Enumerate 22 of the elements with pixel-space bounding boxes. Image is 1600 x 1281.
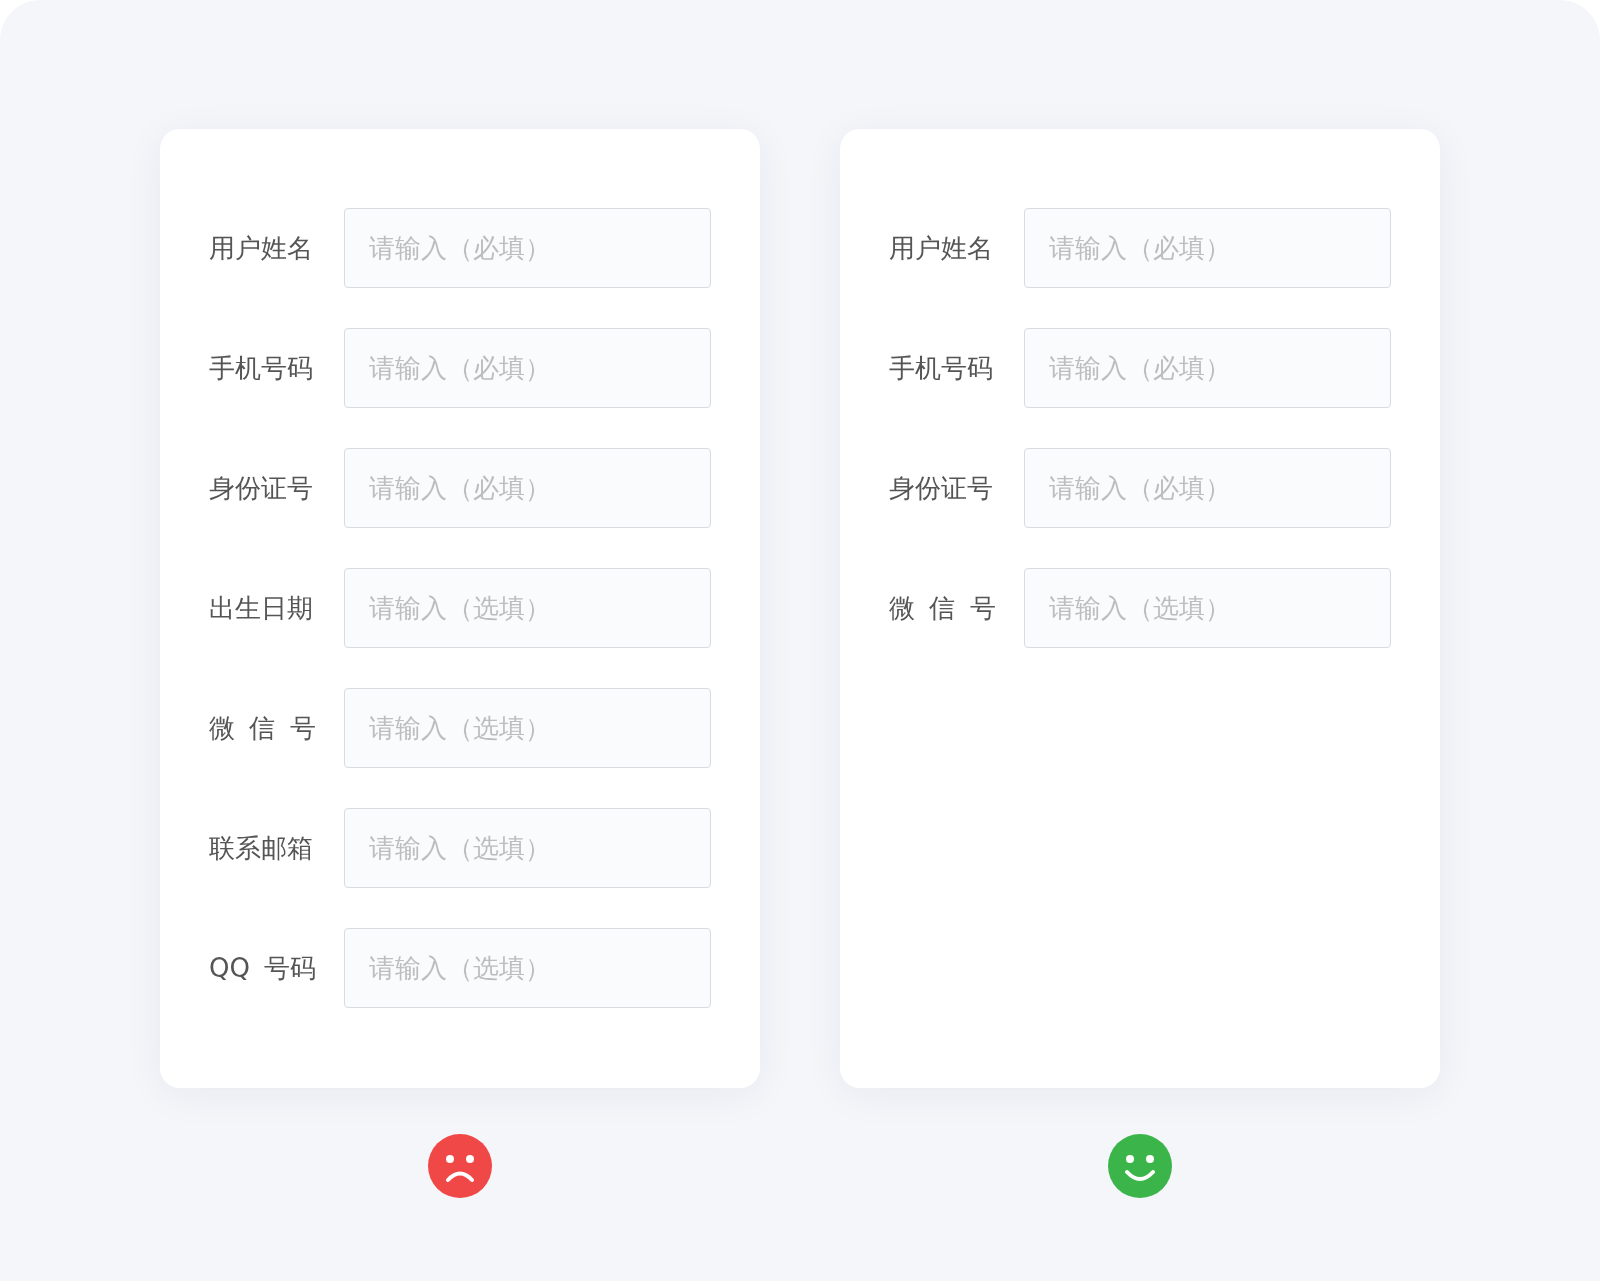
field-label: QQ 号码 (209, 951, 316, 985)
input-field[interactable]: 请输入（选填） (1024, 568, 1391, 648)
field-label: 用户姓名 (889, 231, 994, 265)
input-field[interactable]: 请输入（必填） (1024, 448, 1391, 528)
input-field[interactable]: 请输入（必填） (1024, 328, 1391, 408)
input-field[interactable]: 请输入（必填） (1024, 208, 1391, 288)
field-label: 微 信 号 (209, 711, 316, 745)
field-label: 微 信 号 (889, 591, 996, 625)
field-label: 身份证号 (209, 471, 314, 505)
input-field[interactable]: 请输入（必填） (344, 328, 711, 408)
field-label: 联系邮箱 (209, 831, 314, 865)
field-label: 身份证号 (889, 471, 994, 505)
input-field[interactable]: 请输入（选填） (344, 928, 711, 1008)
input-field[interactable]: 请输入（选填） (344, 808, 711, 888)
input-field[interactable]: 请输入（选填） (344, 568, 711, 648)
input-field[interactable]: 请输入（必填） (344, 208, 711, 288)
field-label: 用户姓名 (209, 231, 314, 265)
field-label: 手机号码 (209, 351, 314, 385)
field-label: 手机号码 (889, 351, 994, 385)
input-field[interactable]: 请输入（选填） (344, 688, 711, 768)
input-field[interactable]: 请输入（必填） (344, 448, 711, 528)
field-label: 出生日期 (209, 591, 314, 625)
